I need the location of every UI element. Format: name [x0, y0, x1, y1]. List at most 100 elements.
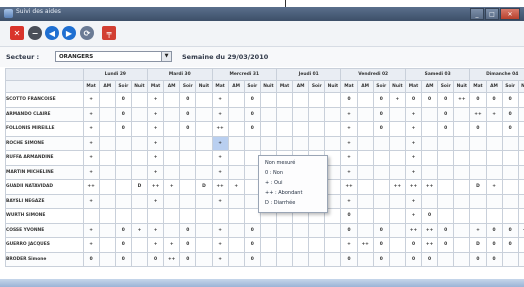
grid-cell[interactable]: +	[211, 164, 229, 180]
close-icon[interactable]: ✕	[10, 26, 24, 40]
grid-cell[interactable]: 0	[114, 251, 132, 267]
grid-cell[interactable]	[501, 164, 519, 180]
maximize-button[interactable]: □	[485, 8, 499, 20]
grid-cell[interactable]	[275, 121, 294, 137]
grid-cell[interactable]	[179, 135, 197, 151]
grid-cell[interactable]	[227, 121, 245, 137]
grid-cell[interactable]: 0	[372, 121, 390, 137]
grid-cell[interactable]	[98, 92, 116, 108]
grid-cell[interactable]	[259, 121, 277, 137]
grid-cell[interactable]	[98, 150, 116, 166]
grid-cell[interactable]: +	[163, 179, 181, 195]
grid-cell[interactable]: +	[147, 121, 165, 137]
grid-cell[interactable]: +	[147, 106, 165, 122]
grid-cell[interactable]: 0	[501, 121, 519, 137]
grid-cell[interactable]	[227, 237, 245, 253]
resident-name[interactable]: ARMANDO CLAIRE	[5, 106, 84, 122]
grid-cell[interactable]	[517, 237, 524, 253]
grid-cell[interactable]	[292, 251, 310, 267]
grid-cell[interactable]	[130, 106, 149, 122]
grid-cell[interactable]: ++	[340, 179, 358, 195]
grid-cell[interactable]	[356, 150, 374, 166]
grid-cell[interactable]	[179, 179, 197, 195]
context-menu-item[interactable]: D : Diarrhée	[265, 200, 295, 206]
grid-cell[interactable]: 0	[179, 121, 197, 137]
grid-cell[interactable]	[453, 179, 471, 195]
grid-cell[interactable]: +	[227, 179, 245, 195]
grid-cell[interactable]: ++	[453, 92, 471, 108]
grid-cell[interactable]	[388, 251, 406, 267]
grid-cell[interactable]	[195, 208, 213, 224]
grid-cell[interactable]	[308, 121, 326, 137]
grid-cell[interactable]	[98, 251, 116, 267]
resident-name[interactable]: WURTH SIMONE	[5, 208, 84, 224]
grid-cell[interactable]	[98, 164, 116, 180]
grid-cell[interactable]: +	[469, 222, 487, 238]
grid-cell[interactable]: 0	[243, 237, 261, 253]
grid-cell[interactable]: +	[147, 222, 165, 238]
grid-cell[interactable]	[421, 121, 439, 137]
grid-cell[interactable]	[453, 237, 471, 253]
grid-cell[interactable]	[308, 106, 326, 122]
grid-cell[interactable]: 0	[501, 237, 519, 253]
grid-cell[interactable]: +	[340, 193, 358, 209]
grid-cell[interactable]	[388, 208, 406, 224]
grid-cell[interactable]: D	[469, 179, 487, 195]
grid-cell[interactable]	[179, 193, 197, 209]
grid-cell[interactable]: +	[485, 106, 503, 122]
grid-cell[interactable]	[98, 193, 116, 209]
grid-cell[interactable]	[259, 222, 277, 238]
grid-cell[interactable]	[485, 150, 503, 166]
grid-cell[interactable]: 0	[469, 121, 487, 137]
grid-cell[interactable]: ++	[404, 179, 423, 195]
grid-cell[interactable]	[259, 92, 277, 108]
grid-cell[interactable]	[501, 251, 519, 267]
grid-cell[interactable]	[259, 106, 277, 122]
grid-cell[interactable]	[517, 121, 524, 137]
grid-cell[interactable]	[517, 251, 524, 267]
grid-cell[interactable]: D	[517, 179, 524, 195]
grid-cell[interactable]	[163, 208, 181, 224]
grid-cell[interactable]: ++	[356, 237, 374, 253]
grid-cell[interactable]	[485, 193, 503, 209]
grid-cell[interactable]	[227, 135, 245, 151]
grid-cell[interactable]	[372, 208, 390, 224]
grid-cell[interactable]: +	[82, 121, 100, 137]
refresh-icon[interactable]: ⟳	[80, 26, 94, 40]
grid-cell[interactable]: 0	[340, 92, 358, 108]
grid-cell[interactable]	[195, 164, 213, 180]
grid-cell[interactable]	[517, 164, 524, 180]
grid-cell[interactable]	[292, 121, 310, 137]
grid-cell[interactable]	[130, 135, 149, 151]
close-window-button[interactable]: ✕	[500, 8, 520, 20]
resident-name[interactable]: BAYSLI NEGAZE	[5, 193, 84, 209]
grid-cell[interactable]: 0	[243, 251, 261, 267]
grid-cell[interactable]: 0	[421, 251, 439, 267]
grid-cell[interactable]: +	[404, 208, 423, 224]
grid-cell[interactable]: +	[147, 135, 165, 151]
grid-cell[interactable]	[195, 92, 213, 108]
grid-cell[interactable]: 0	[243, 121, 261, 137]
grid-cell[interactable]	[372, 150, 390, 166]
grid-cell[interactable]: +	[211, 251, 229, 267]
grid-cell[interactable]	[356, 135, 374, 151]
grid-cell[interactable]: 0	[372, 106, 390, 122]
grid-cell[interactable]	[227, 92, 245, 108]
grid-cell[interactable]	[453, 135, 471, 151]
grid-cell[interactable]	[372, 164, 390, 180]
minimize-button[interactable]: _	[470, 8, 484, 20]
grid-cell[interactable]	[437, 251, 455, 267]
grid-cell[interactable]	[453, 121, 471, 137]
grid-cell[interactable]	[437, 164, 455, 180]
grid-cell[interactable]	[227, 251, 245, 267]
grid-cell[interactable]	[421, 150, 439, 166]
grid-cell[interactable]	[98, 121, 116, 137]
grid-cell[interactable]	[324, 237, 342, 253]
resident-name[interactable]: FOLLONIS MIREILLE	[5, 121, 84, 137]
grid-cell[interactable]: ++	[517, 222, 524, 238]
resident-name[interactable]: MARTIN MICHELINE	[5, 164, 84, 180]
grid-cell[interactable]: 0	[147, 251, 165, 267]
grid-cell[interactable]: D	[469, 237, 487, 253]
grid-cell[interactable]	[372, 179, 390, 195]
grid-cell[interactable]	[517, 92, 524, 108]
